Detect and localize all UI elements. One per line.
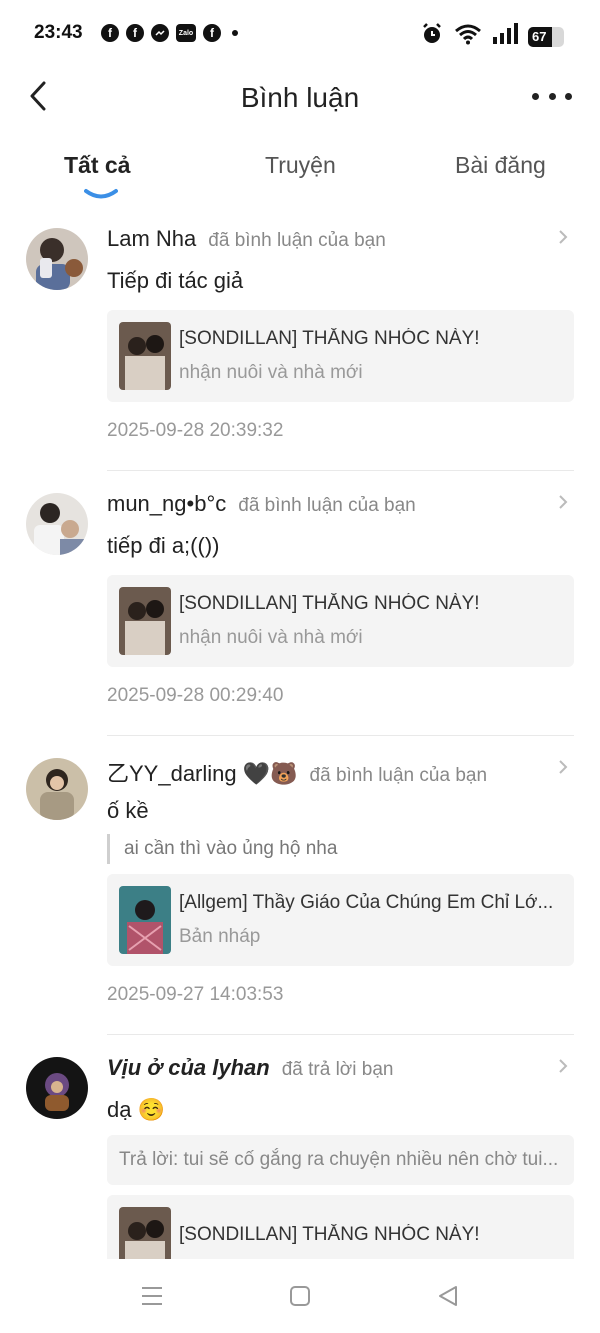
comment-text: dạ ☺️ xyxy=(107,1097,165,1122)
system-nav-bar xyxy=(0,1259,600,1333)
wifi-icon xyxy=(454,23,482,50)
comment-username[interactable]: Lam Nha xyxy=(107,226,196,252)
comment-list[interactable]: Lam Nha đã bình luận của bạn Tiếp đi tác… xyxy=(0,206,600,1259)
comment-action: đã trả lời bạn xyxy=(281,1059,394,1080)
comment-item[interactable]: Vịu ở của lyhan đã trả lời bạn dạ ☺️ Trả… xyxy=(0,1035,600,1259)
story-card[interactable]: [SONDILLAN] THẰNG NHÓC NÀY! nhận nuôi và… xyxy=(107,310,574,402)
tab-stories[interactable]: Truyện xyxy=(265,152,336,179)
facebook-icon: f xyxy=(203,24,221,42)
battery-level: 67 xyxy=(532,29,547,44)
zalo-icon: Zalo xyxy=(176,24,196,42)
comment-item[interactable]: Lam Nha đã bình luận của bạn Tiếp đi tác… xyxy=(0,206,600,471)
more-notifications-dot xyxy=(232,30,238,36)
home-square-icon xyxy=(290,1286,310,1306)
comment-action: đã bình luận của bạn xyxy=(238,495,416,516)
comment-timestamp: 2025-09-28 20:39:32 xyxy=(107,420,284,441)
menu-icon xyxy=(142,1287,162,1305)
signal-icon xyxy=(492,23,518,50)
comment-item[interactable]: 乙YY_darling 🖤🐻 đã bình luận của bạn ố kề… xyxy=(0,736,600,1035)
more-options-button[interactable] xyxy=(532,80,572,112)
reply-preview: Trả lời: tui sẽ cố gắng ra chuyện nhiều … xyxy=(107,1135,574,1185)
notification-icons: f f Zalo f xyxy=(101,24,238,42)
story-subtitle: Bản nháp xyxy=(179,926,261,947)
comment-action: đã bình luận của bạn xyxy=(309,765,488,786)
active-tab-indicator xyxy=(84,189,118,199)
comment-username[interactable]: Vịu ở của lyhan xyxy=(107,1055,270,1081)
status-time: 23:43 xyxy=(34,22,83,43)
comment-username[interactable]: mun_ng•b°c xyxy=(107,491,226,517)
avatar[interactable] xyxy=(26,493,88,555)
back-nav-button[interactable] xyxy=(433,1281,463,1311)
back-triangle-icon xyxy=(439,1286,457,1306)
alarm-icon xyxy=(420,22,444,51)
more-dots-icon xyxy=(548,92,556,100)
facebook-icon: f xyxy=(101,24,119,42)
page-title: Bình luận xyxy=(240,82,360,113)
facebook-icon: f xyxy=(126,24,144,42)
avatar[interactable] xyxy=(26,1057,88,1119)
story-title: [SONDILLAN] THẰNG NHÓC NÀY! xyxy=(179,593,480,614)
story-subtitle: nhận nuôi và nhà mới xyxy=(179,362,363,383)
chevron-right-icon[interactable] xyxy=(554,493,572,511)
story-thumbnail xyxy=(119,1207,171,1259)
story-thumbnail xyxy=(119,587,171,655)
tab-posts[interactable]: Bài đăng xyxy=(455,152,546,179)
avatar[interactable] xyxy=(26,228,88,290)
tab-all[interactable]: Tất cả xyxy=(64,152,130,179)
messenger-icon xyxy=(151,24,169,42)
story-thumbnail xyxy=(119,322,171,390)
more-dots-icon xyxy=(565,92,572,100)
comment-timestamp: 2025-09-27 14:03:53 xyxy=(107,984,284,1005)
comment-action: đã bình luận của bạn xyxy=(208,230,386,251)
story-subtitle: nhận nuôi và nhà mới xyxy=(179,627,363,648)
story-title: [SONDILLAN] THẰNG NHÓC NÀY! xyxy=(179,1224,480,1245)
recent-apps-button[interactable] xyxy=(137,1281,167,1311)
status-bar: 23:43 f f Zalo f 67 xyxy=(0,0,600,66)
chevron-right-icon[interactable] xyxy=(554,228,572,246)
comment-item[interactable]: mun_ng•b°c đã bình luận của bạn tiếp đi … xyxy=(0,471,600,736)
story-card[interactable]: [SONDILLAN] THẰNG NHÓC NÀY! xyxy=(107,1195,574,1259)
story-title: [SONDILLAN] THẰNG NHÓC NÀY! xyxy=(179,328,480,349)
avatar[interactable] xyxy=(26,758,88,820)
home-button[interactable] xyxy=(285,1281,315,1311)
more-dots-icon xyxy=(532,92,539,100)
chevron-right-icon[interactable] xyxy=(554,758,572,776)
comment-username[interactable]: 乙YY_darling 🖤🐻 xyxy=(107,756,298,788)
comment-timestamp: 2025-09-28 00:29:40 xyxy=(107,685,284,706)
story-card[interactable]: [SONDILLAN] THẰNG NHÓC NÀY! nhận nuôi và… xyxy=(107,575,574,667)
quoted-text: ai cần thì vào ủng hộ nha xyxy=(107,834,574,864)
story-title: [Allgem] Thầy Giáo Của Chúng Em Chỉ Lớ..… xyxy=(179,892,554,913)
comment-text: Tiếp đi tác giả xyxy=(107,268,244,293)
story-thumbnail xyxy=(119,886,171,954)
story-card[interactable]: [Allgem] Thầy Giáo Của Chúng Em Chỉ Lớ..… xyxy=(107,874,574,966)
battery-icon: 67 xyxy=(528,26,564,47)
top-app-bar: Bình luận xyxy=(0,66,600,130)
tab-bar: Tất cả Truyện Bài đăng xyxy=(0,140,600,204)
chevron-right-icon[interactable] xyxy=(554,1057,572,1075)
comment-text: ố kề xyxy=(107,798,149,823)
comment-text: tiếp đi a;(()) xyxy=(107,533,220,558)
